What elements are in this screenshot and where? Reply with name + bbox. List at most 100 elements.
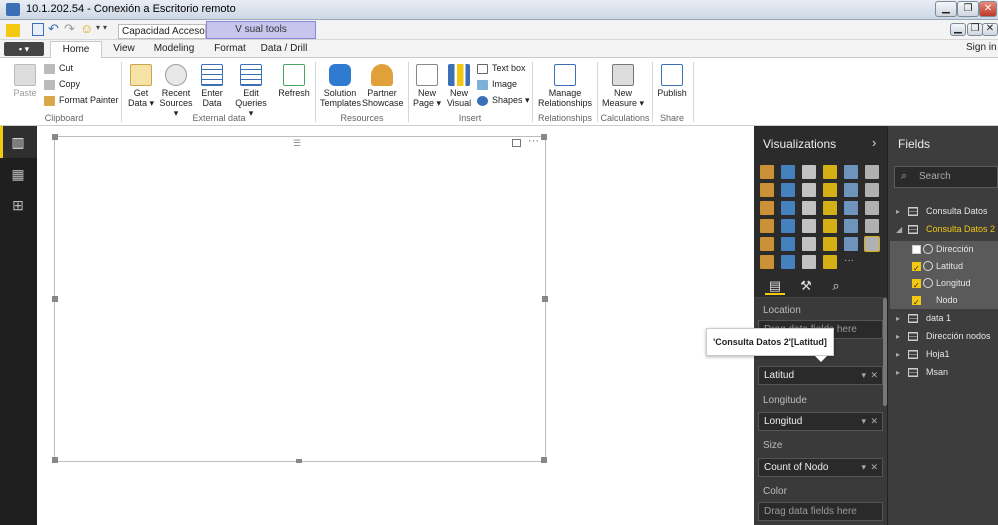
- fields-search-input[interactable]: Search: [894, 166, 998, 188]
- scatter-visual-icon[interactable]: [781, 201, 795, 215]
- paste-button[interactable]: Paste: [10, 64, 40, 98]
- drag-grip-icon[interactable]: ☰: [293, 138, 301, 149]
- text-box-button[interactable]: Text box: [477, 62, 526, 74]
- redo-icon[interactable]: ↷: [64, 21, 75, 37]
- longitude-well[interactable]: Longitud ▾ ✕: [758, 412, 883, 431]
- solution-templates-button[interactable]: Solution Templates: [320, 64, 361, 108]
- stacked-column-visual-icon[interactable]: [781, 165, 795, 179]
- matrix-visual-icon[interactable]: [802, 237, 816, 251]
- field-table-row[interactable]: ▸ Dirección nodos: [890, 328, 998, 345]
- field-item-row[interactable]: Nodo: [890, 292, 998, 311]
- stacked-area-visual-icon[interactable]: [802, 183, 816, 197]
- chevron-down-icon[interactable]: ▾: [861, 413, 866, 430]
- 100-column-visual-icon[interactable]: [865, 165, 879, 179]
- field-table-row[interactable]: ◢ Consulta Datos 2: [890, 221, 998, 238]
- smiley-feedback-icon[interactable]: ☺: [80, 21, 93, 36]
- remove-field-icon[interactable]: ✕: [870, 413, 878, 430]
- filled-map-visual-icon[interactable]: [760, 219, 774, 233]
- area-visual-icon[interactable]: [781, 183, 795, 197]
- analytics-magnifier-icon[interactable]: ⌕: [826, 277, 846, 295]
- app-restore-button[interactable]: ❐: [967, 23, 983, 36]
- field-checkbox[interactable]: [912, 277, 921, 294]
- remove-field-icon[interactable]: ✕: [870, 459, 878, 476]
- line-column-visual-icon[interactable]: [823, 183, 837, 197]
- arcgis-visual-icon[interactable]: [844, 237, 858, 251]
- tab-view[interactable]: View: [108, 41, 140, 58]
- format-painter-button[interactable]: Format Painter: [44, 94, 119, 106]
- expand-arrow-icon[interactable]: ▸: [896, 346, 900, 363]
- table-visual-icon[interactable]: [781, 237, 795, 251]
- relationships-view-icon[interactable]: ⊞: [9, 197, 27, 213]
- expand-arrow-icon[interactable]: ▸: [896, 328, 900, 345]
- file-menu-button[interactable]: ▪ ▾: [4, 42, 44, 56]
- field-table-row[interactable]: ▸ data 1: [890, 310, 998, 327]
- rdp-restore-button[interactable]: ❐: [957, 1, 979, 17]
- field-item-row[interactable]: Longitud: [890, 275, 998, 294]
- remove-field-icon[interactable]: ✕: [870, 367, 878, 384]
- custom-visual-icon[interactable]: [760, 255, 774, 269]
- color-drop-zone[interactable]: Drag data fields here: [758, 502, 883, 521]
- new-visual-button[interactable]: New Visual: [444, 64, 474, 108]
- refresh-button[interactable]: Refresh: [278, 64, 310, 98]
- undo-icon[interactable]: ↶: [48, 21, 59, 37]
- map-visual-icon[interactable]: [865, 201, 879, 215]
- expand-arrow-icon[interactable]: ▸: [896, 310, 900, 327]
- sign-in-link[interactable]: Sign in: [966, 42, 997, 53]
- stacked-bar-visual-icon[interactable]: [760, 165, 774, 179]
- line-visual-icon[interactable]: [760, 183, 774, 197]
- 100-bar-visual-icon[interactable]: [844, 165, 858, 179]
- edit-queries-button[interactable]: Edit Queries ▾: [232, 64, 270, 118]
- tab-modeling[interactable]: Modeling: [148, 41, 200, 58]
- rdp-minimize-button[interactable]: ▁: [935, 1, 957, 17]
- copy-button[interactable]: Copy: [44, 78, 80, 90]
- field-item-row[interactable]: Dirección: [890, 241, 998, 258]
- more-options-icon[interactable]: ···: [528, 135, 539, 147]
- field-checkbox[interactable]: [912, 245, 921, 254]
- field-checkbox[interactable]: [912, 260, 921, 277]
- app-close-button[interactable]: ✕: [982, 23, 998, 36]
- clustered-bar-visual-icon[interactable]: [802, 165, 816, 179]
- more-visual-icon[interactable]: ···: [844, 255, 858, 269]
- resize-handle[interactable]: [52, 296, 58, 302]
- tab-home[interactable]: Home: [50, 41, 102, 59]
- field-table-row[interactable]: ▸ Hoja1: [890, 346, 998, 363]
- get-data-button[interactable]: Get Data ▾: [126, 64, 156, 108]
- r-script-visual-icon[interactable]: [823, 237, 837, 251]
- format-paint-roller-icon[interactable]: ⚒: [796, 277, 816, 295]
- resize-handle[interactable]: [541, 457, 547, 463]
- shapes-button[interactable]: Shapes ▾: [477, 94, 530, 106]
- data-view-icon[interactable]: ▦: [9, 166, 27, 182]
- field-item-row[interactable]: Latitud: [890, 258, 998, 277]
- resize-handle[interactable]: [542, 296, 548, 302]
- app-minimize-button[interactable]: ▁: [950, 23, 966, 36]
- expand-arrow-icon[interactable]: ▸: [896, 364, 900, 381]
- resize-handle[interactable]: [296, 459, 302, 463]
- focus-mode-icon[interactable]: [512, 139, 521, 147]
- ribbon-visual-icon[interactable]: [865, 183, 879, 197]
- resize-handle[interactable]: [52, 457, 58, 463]
- map-custom-visual-icon[interactable]: [823, 255, 837, 269]
- multirow-card-visual-icon[interactable]: [844, 219, 858, 233]
- manage-relationships-button[interactable]: Manage Relationships: [536, 64, 594, 108]
- kpi-visual-icon[interactable]: [865, 219, 879, 233]
- clustered-column-visual-icon[interactable]: [823, 165, 837, 179]
- map-visual[interactable]: [54, 136, 546, 462]
- field-table-row[interactable]: ▸ Msan: [890, 364, 998, 381]
- fields-tab-icon[interactable]: ▤: [765, 277, 785, 295]
- qa-dropdown-icon[interactable]: ▾: [96, 23, 100, 32]
- collapse-chevron-icon[interactable]: ›: [872, 135, 876, 150]
- recent-sources-button[interactable]: Recent Sources ▾: [157, 64, 195, 118]
- chevron-down-icon[interactable]: ▾: [861, 459, 866, 476]
- pie-visual-icon[interactable]: [802, 201, 816, 215]
- tab-data-drill[interactable]: Data / Drill: [258, 41, 310, 58]
- collapse-arrow-icon[interactable]: ◢: [896, 221, 902, 238]
- size-well[interactable]: Count of Nodo ▾ ✕: [758, 458, 883, 477]
- new-page-button[interactable]: New Page ▾: [412, 64, 442, 108]
- resize-handle[interactable]: [52, 134, 58, 140]
- field-checkbox[interactable]: [912, 294, 921, 311]
- tab-format[interactable]: Format: [208, 41, 252, 58]
- partner-showcase-button[interactable]: Partner Showcase: [362, 64, 404, 108]
- enter-data-button[interactable]: Enter Data: [197, 64, 227, 108]
- resize-handle[interactable]: [541, 134, 547, 140]
- latitude-well[interactable]: Latitud ▾ ✕: [758, 366, 883, 385]
